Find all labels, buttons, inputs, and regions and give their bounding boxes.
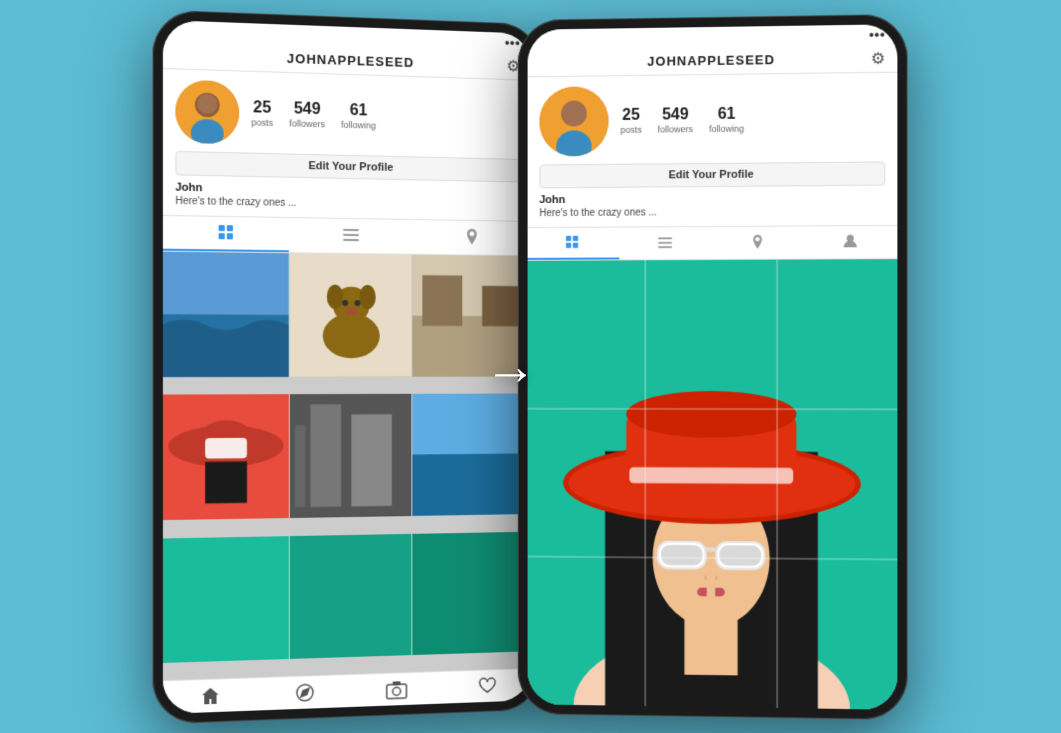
profile-top-left: 25 posts 549 followers 61 following [175,79,520,150]
list-icon-right [657,236,671,247]
explore-icon-left [294,682,314,703]
grid-cell-2[interactable] [289,253,411,376]
stat-posts-right: 25 posts [620,106,641,134]
right-phone-screen: ●●● JOHNAPPLESEED ⚙ [527,24,897,710]
grid-cell-5[interactable] [289,394,411,518]
profile-name-right: John [539,191,885,206]
following-number-right: 61 [717,105,735,123]
app-header-right: JOHNAPPLESEED ⚙ [527,44,897,77]
main-image-svg [527,259,897,710]
nav-home-left[interactable] [162,684,257,708]
grid-cell-8[interactable] [289,533,411,659]
gear-icon-right[interactable]: ⚙ [870,48,885,68]
profile-top-right: 25 posts 549 followers 61 following [539,82,885,156]
grid-cell-1[interactable] [162,251,288,376]
username-left: JOHNAPPLESEED [286,50,413,69]
arrow: → [485,337,537,397]
location-icon-right [751,234,762,248]
grid-icon-left [218,224,234,240]
nav-explore-left[interactable] [257,681,350,704]
stat-followers-left: 549 followers [289,100,325,129]
stat-posts-left: 25 posts [251,99,273,127]
following-label-right: following [709,123,744,133]
following-number-left: 61 [349,102,367,120]
avatar-image-left [175,79,239,144]
tab-list-left[interactable] [289,217,412,253]
tab-bar-right [527,224,897,260]
stats-right: 25 posts 549 followers 61 following [620,104,885,134]
followers-label-left: followers [289,118,325,129]
grid-cell-9[interactable] [412,531,531,655]
followers-number-right: 549 [662,106,689,124]
grid-icon-right [566,235,580,249]
edit-profile-btn-left[interactable]: Edit Your Profile [175,150,520,182]
grid-cell-6[interactable] [412,393,531,515]
stat-following-left: 61 following [341,101,376,130]
left-phone: ●●● JOHNAPPLESEED ⚙ [152,9,541,724]
right-phone: ●●● JOHNAPPLESEED ⚙ [517,13,907,719]
home-icon-left [200,685,221,706]
scene: ●●● JOHNAPPLESEED ⚙ [0,0,1061,733]
posts-label-left: posts [251,117,273,128]
avatar-right [539,86,608,156]
tab-list-right[interactable] [618,227,710,259]
heart-icon-left [477,675,496,695]
tab-bar-left [162,214,531,255]
camera-icon-left [385,679,407,700]
avatar-left [175,79,239,144]
location-icon-left [466,228,478,244]
grid-cell-4[interactable] [162,394,288,520]
posts-number-left: 25 [253,99,271,117]
nav-camera-left[interactable] [351,677,442,700]
posts-label-right: posts [620,124,641,134]
profile-area-right: 25 posts 549 followers 61 following [527,72,897,227]
followers-number-left: 549 [293,100,320,118]
person-icon-right [843,234,856,248]
left-phone-screen: ●●● JOHNAPPLESEED ⚙ [162,20,531,714]
profile-area-left: 25 posts 549 followers 61 following [162,68,531,220]
stat-followers-right: 549 followers [657,106,692,134]
avatar-image-right [539,86,608,156]
photo-grid-left [162,251,531,680]
tab-grid-left[interactable] [162,215,288,251]
profile-bio-right: Here's to the crazy ones ... [539,205,885,218]
list-icon-left [343,228,359,240]
tab-location-left[interactable] [412,219,532,254]
stat-following-right: 61 following [709,105,744,133]
edit-profile-btn-right[interactable]: Edit Your Profile [539,161,885,188]
tab-grid-right[interactable] [527,227,618,259]
big-image-right [527,259,897,710]
grid-cell-7[interactable] [162,535,288,662]
tab-location-right[interactable] [711,226,804,259]
followers-label-right: followers [657,123,692,133]
stats-left: 25 posts 549 followers 61 following [251,99,520,134]
following-label-left: following [341,119,376,130]
posts-number-right: 25 [622,107,640,125]
username-right: JOHNAPPLESEED [647,52,775,69]
tab-person-right[interactable] [803,225,897,258]
